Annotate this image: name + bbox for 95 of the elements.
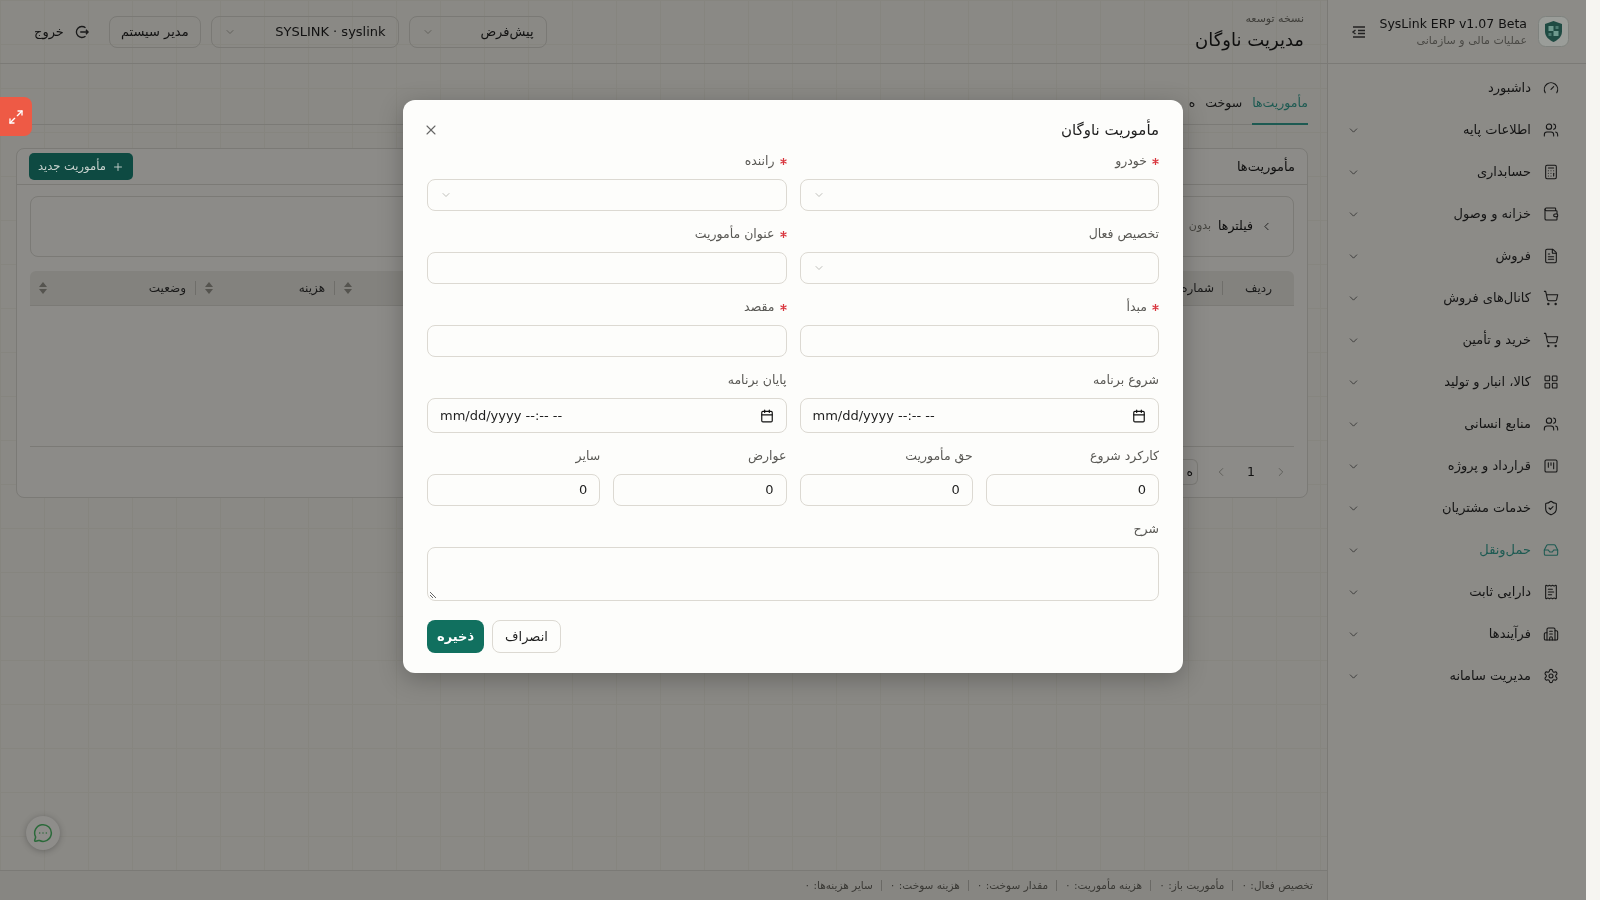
- sidebar-item[interactable]: منابع انسانی: [1336, 406, 1578, 442]
- status-item: سایر هزینه‌ها: ۰: [804, 877, 873, 894]
- sidebar-item[interactable]: دارایی ثابت: [1336, 574, 1578, 610]
- sidebar-item[interactable]: خرید و تأمین: [1336, 322, 1578, 358]
- sidebar-item[interactable]: فرآیندها: [1336, 616, 1578, 652]
- field-label: عوارض: [747, 446, 787, 466]
- column-header: ردیف: [1245, 280, 1272, 297]
- menu-collapse-icon: [1351, 23, 1367, 40]
- logout-button[interactable]: خروج: [34, 15, 89, 48]
- status-item: هزینه سوخت: ۰: [889, 877, 960, 894]
- cancel-button[interactable]: انصراف: [492, 620, 561, 653]
- sidebar-item[interactable]: اطلاعات پایه: [1336, 112, 1578, 148]
- sidebar-item[interactable]: داشبورد: [1336, 70, 1578, 106]
- filters-summary: بدون: [1188, 218, 1212, 235]
- select-field[interactable]: [799, 179, 1159, 211]
- page-title: مدیریت ناوگان: [1195, 27, 1304, 53]
- text-input[interactable]: [799, 325, 1159, 357]
- column-header: هزینه: [298, 280, 325, 297]
- calendar-icon: [759, 408, 774, 423]
- text-input[interactable]: [427, 325, 787, 357]
- chat-bubble-icon: [33, 823, 53, 843]
- number-input[interactable]: 0: [613, 474, 787, 506]
- sidebar-item[interactable]: حسابداری: [1336, 154, 1578, 190]
- field-label: خودرو: [1115, 151, 1147, 171]
- field-label: کارکرد شروع: [1089, 446, 1159, 466]
- logout-icon: [74, 24, 89, 39]
- field-label: تخصیص فعال: [1088, 224, 1159, 244]
- sidebar-item[interactable]: فروش: [1336, 238, 1578, 274]
- inbox-icon: [1543, 542, 1559, 558]
- number-input[interactable]: 0: [427, 474, 601, 506]
- sidebar-item[interactable]: کالا، انبار و تولید: [1336, 364, 1578, 400]
- sidebar-item[interactable]: قرارداد و پروژه: [1336, 448, 1578, 484]
- number-input[interactable]: 0: [799, 474, 973, 506]
- sidebar-item[interactable]: خدمات مشتریان: [1336, 490, 1578, 526]
- select-field[interactable]: [799, 252, 1159, 284]
- gauge-icon: [1543, 80, 1559, 96]
- status-item: هزینه مأموریت: ۰: [1065, 877, 1143, 894]
- sidebar-item[interactable]: مدیریت سامانه: [1336, 658, 1578, 694]
- field-label: راننده: [744, 151, 775, 171]
- calculator-icon: [1543, 164, 1559, 180]
- expand-button[interactable]: [0, 97, 32, 136]
- field-label: شرح: [1133, 519, 1159, 539]
- app-title: SysLink ERP v1.07 Beta: [1379, 14, 1527, 33]
- status-item: مقدار سوخت: ۰: [976, 877, 1049, 894]
- sort-icon[interactable]: [344, 282, 352, 294]
- select-field[interactable]: [427, 179, 787, 211]
- settings-icon: [1543, 668, 1559, 684]
- text-input[interactable]: [427, 252, 787, 284]
- column-header: شماره: [1181, 280, 1214, 297]
- column-header: وضعیت: [148, 280, 186, 297]
- field-label: مبدأ: [1126, 297, 1147, 316]
- field-label: شروع برنامه: [1093, 370, 1159, 390]
- plus-icon: [111, 160, 124, 173]
- field-label: پایان برنامه: [727, 370, 787, 390]
- shield-check-icon: [1543, 500, 1559, 516]
- sidebar-item[interactable]: کانال‌های فروش: [1336, 280, 1578, 316]
- kanban-icon: [1543, 458, 1559, 474]
- user-button[interactable]: مدیر سیستم: [108, 15, 201, 48]
- sort-icon[interactable]: [39, 282, 47, 294]
- logo-icon: [1538, 16, 1569, 47]
- tab[interactable]: سوخت: [1205, 83, 1243, 125]
- dialog-title: مأموریت ناوگان: [1060, 118, 1159, 141]
- expand-icon: [8, 108, 24, 125]
- building-icon: [1543, 626, 1559, 642]
- company-select[interactable]: SYSLINK · syslink: [210, 15, 399, 48]
- chat-button[interactable]: [26, 816, 60, 850]
- app-subtitle: عملیات مالی و سازمانی: [1416, 32, 1527, 49]
- page-number[interactable]: 1: [1244, 462, 1258, 482]
- field-label: سایر: [575, 446, 601, 466]
- field-label: حق مأموریت: [905, 446, 973, 466]
- new-mission-button[interactable]: مأموریت جدید: [29, 153, 133, 180]
- sort-icon[interactable]: [205, 282, 213, 294]
- number-input[interactable]: 0: [985, 474, 1159, 506]
- users-icon: [1543, 416, 1559, 432]
- grid-icon: [1543, 374, 1559, 390]
- receipt-icon: [1543, 584, 1559, 600]
- date-time-field[interactable]: mm/dd/yyyy --:-- --: [799, 398, 1159, 433]
- save-button[interactable]: ذخیره: [427, 620, 485, 653]
- profile-select[interactable]: پیش‌فرض: [408, 15, 547, 48]
- tab[interactable]: ه: [1188, 83, 1196, 125]
- calendar-icon: [1132, 408, 1146, 423]
- resize-grip-icon[interactable]: [430, 590, 438, 598]
- status-item: تخصیص فعال: ۰: [1241, 877, 1313, 894]
- sidebar-item[interactable]: خزانه و وصول: [1336, 196, 1578, 232]
- filters-label: فیلترها: [1218, 217, 1253, 236]
- wallet-icon: [1543, 206, 1559, 222]
- field-label: عنوان مأموریت: [694, 224, 775, 244]
- card-title: مأموریت‌ها: [1236, 156, 1295, 177]
- users-icon: [1543, 122, 1559, 138]
- cart-icon: [1543, 332, 1559, 348]
- document-icon: [1543, 248, 1559, 264]
- field-label: مقصد: [744, 297, 775, 316]
- page-subtitle: نسخه توسعه: [1245, 10, 1304, 27]
- date-time-field[interactable]: mm/dd/yyyy --:-- --: [427, 398, 787, 433]
- cart-icon: [1543, 290, 1559, 306]
